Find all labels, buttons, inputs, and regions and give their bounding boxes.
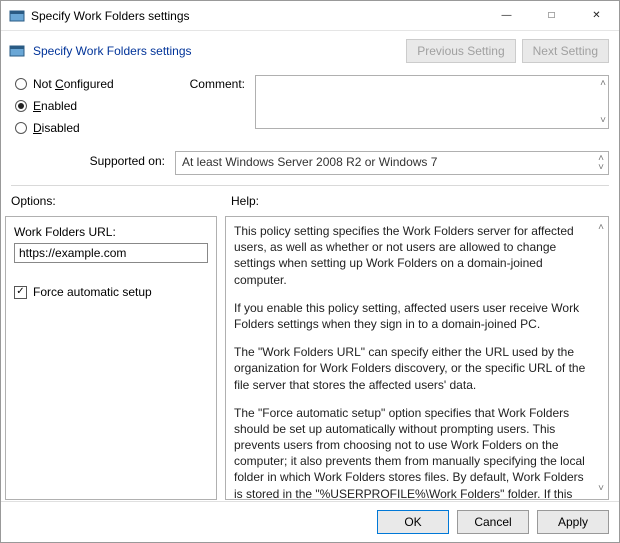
radio-label: Not Configured <box>33 77 114 91</box>
title-bar: Specify Work Folders settings — □ ✕ <box>1 1 619 31</box>
scroll-up-icon: ˄ <box>600 78 606 89</box>
url-field-label: Work Folders URL: <box>14 225 208 239</box>
header-row: Specify Work Folders settings Previous S… <box>1 31 619 71</box>
supported-row: Supported on: At least Windows Server 20… <box>1 145 619 181</box>
lower-panes: Work Folders URL: ✓ Force automatic setu… <box>1 210 619 500</box>
close-button[interactable]: ✕ <box>574 1 619 30</box>
radio-icon <box>15 122 27 134</box>
radio-label: Enabled <box>33 99 77 113</box>
radio-enabled[interactable]: Enabled <box>15 99 135 113</box>
work-folders-url-input[interactable] <box>14 243 208 263</box>
previous-setting-button[interactable]: Previous Setting <box>406 39 515 63</box>
force-auto-checkbox-row[interactable]: ✓ Force automatic setup <box>14 285 208 299</box>
ok-button[interactable]: OK <box>377 510 449 534</box>
comment-label: Comment: <box>165 75 245 143</box>
minimize-button[interactable]: — <box>484 1 529 30</box>
supported-on-label: Supported on: <box>15 151 165 175</box>
policy-title: Specify Work Folders settings <box>33 44 400 58</box>
dialog-footer: OK Cancel Apply <box>1 501 619 542</box>
radio-not-configured[interactable]: Not Configured <box>15 77 135 91</box>
maximize-button[interactable]: □ <box>529 1 574 30</box>
force-auto-label: Force automatic setup <box>33 285 152 299</box>
state-row: Not Configured Enabled Disabled Comment:… <box>1 71 619 145</box>
comment-block: Comment: ˄ ˅ <box>165 75 609 143</box>
scroll-down-icon: ˅ <box>598 162 604 173</box>
options-pane: Work Folders URL: ✓ Force automatic setu… <box>5 216 217 500</box>
help-pane: This policy setting specifies the Work F… <box>225 216 609 500</box>
supported-on-text: At least Windows Server 2008 R2 or Windo… <box>182 155 437 169</box>
radio-icon <box>15 100 27 112</box>
apply-button[interactable]: Apply <box>537 510 609 534</box>
radio-disabled[interactable]: Disabled <box>15 121 135 135</box>
next-setting-button[interactable]: Next Setting <box>522 39 609 63</box>
help-text: If you enable this policy setting, affec… <box>234 300 590 332</box>
comment-textarea[interactable]: ˄ ˅ <box>255 75 609 129</box>
app-icon <box>9 8 25 24</box>
supported-on-box: At least Windows Server 2008 R2 or Windo… <box>175 151 609 175</box>
state-radios: Not Configured Enabled Disabled <box>15 75 135 143</box>
labels-row: Options: Help: <box>1 190 619 210</box>
policy-icon <box>9 43 25 59</box>
divider <box>11 185 609 186</box>
scroll-down-icon: ˅ <box>600 115 606 126</box>
help-text: The "Work Folders URL" can specify eithe… <box>234 344 590 393</box>
radio-icon <box>15 78 27 90</box>
options-label: Options: <box>11 194 231 208</box>
window-title: Specify Work Folders settings <box>31 9 484 23</box>
scroll-up-icon: ˄ <box>598 221 604 235</box>
help-label: Help: <box>231 194 609 208</box>
help-text: The "Force automatic setup" option speci… <box>234 405 590 500</box>
checkbox-icon: ✓ <box>14 286 27 299</box>
radio-label: Disabled <box>33 121 80 135</box>
help-text: This policy setting specifies the Work F… <box>234 223 590 288</box>
scroll-down-icon: ˅ <box>598 482 604 496</box>
cancel-button[interactable]: Cancel <box>457 510 529 534</box>
